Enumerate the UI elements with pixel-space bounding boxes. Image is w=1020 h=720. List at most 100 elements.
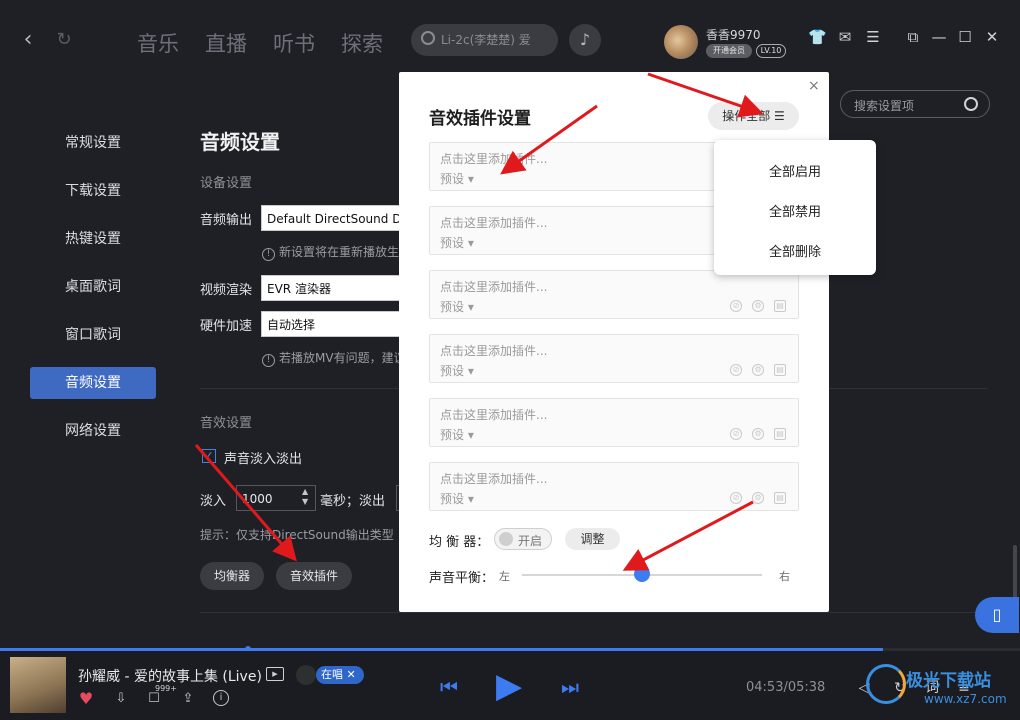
vip-badge[interactable]: 开通会员 (706, 44, 752, 58)
disable-icon[interactable]: ⊘ (730, 428, 742, 440)
preset-select[interactable]: 预设 ▾ (440, 362, 474, 379)
preset-select[interactable]: 预设 ▾ (440, 298, 474, 315)
mail-icon[interactable]: ✉ (836, 28, 854, 46)
trash-icon[interactable]: ▤ (774, 364, 786, 376)
watermark: 极光下载站 www.xz7.com (862, 660, 1020, 720)
sidebar-item-network[interactable]: 网络设置 (30, 415, 156, 447)
plugin-button[interactable]: 音效插件 (276, 562, 352, 590)
tab-live[interactable]: 直播 (205, 28, 247, 58)
balance-slider-thumb[interactable] (634, 566, 650, 582)
sidebar-item-desktop-lyrics[interactable]: 桌面歌词 (30, 271, 156, 303)
menu-icon[interactable]: ☰ (864, 28, 882, 46)
tip-text: 提示：仅支持DirectSound输出类型 (200, 528, 394, 542)
preset-label: 预设 (440, 236, 465, 250)
fade-in-label: 淡入 (200, 494, 227, 509)
sidebar-item-hotkeys[interactable]: 热键设置 (30, 223, 156, 255)
watermark-title: 极光下载站 (906, 671, 991, 691)
maximize-icon[interactable]: ☐ (956, 28, 974, 46)
settings-search-input[interactable]: 搜索设置项 (840, 90, 990, 118)
phone-icon[interactable]: ▯ (975, 597, 1019, 633)
skin-icon[interactable]: 👕 (808, 28, 827, 46)
hw-accel-select[interactable]: 自动选择 (261, 311, 401, 337)
balance-label: 声音平衡： (429, 571, 495, 586)
scrollbar[interactable] (1013, 545, 1017, 605)
tab-explore[interactable]: 探索 (341, 28, 383, 58)
gear-icon[interactable]: ⚙ (752, 300, 764, 312)
mic-icon[interactable]: ♪ (569, 24, 601, 56)
trash-icon[interactable]: ▤ (774, 300, 786, 312)
live-tag[interactable]: 在唱 ✕ (316, 666, 364, 684)
heart-icon[interactable]: ♥ (77, 690, 95, 708)
menu-item-enable-all[interactable]: 全部启用 (714, 161, 876, 180)
preset-select[interactable]: 预设 ▾ (440, 490, 474, 507)
preset-select[interactable]: 预设 ▾ (440, 234, 474, 251)
balance-left-label: 左 (499, 570, 510, 583)
video-render-select[interactable]: EVR 渲染器 (261, 275, 401, 301)
preset-label: 预设 (440, 428, 465, 442)
disable-icon[interactable]: ⊘ (730, 492, 742, 504)
gear-icon[interactable]: ⚙ (752, 492, 764, 504)
gear-icon[interactable]: ⚙ (752, 428, 764, 440)
stepper-arrows-icon[interactable]: ▲ ▼ (302, 487, 308, 507)
search-icon[interactable] (964, 97, 978, 111)
close-icon[interactable]: ✕ (983, 28, 1001, 46)
plugin-slot[interactable]: 点击这里添加插件... 预设 ▾ ⊘ ⚙ ▤ (429, 462, 799, 511)
watermark-logo (866, 664, 906, 704)
share-icon[interactable]: ⇪ (179, 690, 197, 708)
sidebar-item-window-lyrics[interactable]: 窗口歌词 (30, 319, 156, 351)
sidebar-item-audio[interactable]: 音频设置 (30, 367, 156, 399)
plugin-slot[interactable]: 点击这里添加插件... 预设 ▾ ⊘ ⚙ ▤ (429, 334, 799, 383)
mini-mode-icon[interactable]: ⧉ (904, 28, 922, 46)
balance-right-label: 右 (779, 570, 790, 583)
eq-toggle[interactable]: 开启 (494, 528, 552, 550)
info-icon: ! (262, 248, 275, 261)
menu-item-delete-all[interactable]: 全部删除 (714, 241, 876, 260)
close-icon[interactable]: × (808, 78, 820, 94)
settings-search-placeholder: 搜索设置项 (854, 99, 915, 113)
previous-icon[interactable]: ⏮ (440, 675, 458, 699)
next-icon[interactable]: ⏭ (561, 675, 579, 699)
live-tag-label: 在唱 (321, 668, 343, 681)
minimize-icon[interactable]: — (930, 28, 948, 46)
playback-time: 04:53/05:38 (746, 680, 826, 695)
refresh-icon[interactable]: ↻ (52, 26, 76, 54)
play-icon[interactable]: ▶ (496, 666, 522, 706)
singer-avatar[interactable] (296, 665, 316, 685)
album-cover[interactable] (10, 657, 66, 713)
info-icon[interactable]: i (213, 690, 229, 706)
trash-icon[interactable]: ▤ (774, 428, 786, 440)
avatar[interactable] (664, 25, 698, 59)
tab-music[interactable]: 音乐 (137, 28, 179, 58)
username[interactable]: 香香9970 (706, 26, 761, 43)
fade-label: 声音淡入淡出 (224, 452, 303, 467)
plugin-slot[interactable]: 点击这里添加插件... 预设 ▾ ⊘ ⚙ ▤ (429, 270, 799, 319)
plugin-slot-text: 点击这里添加插件... (440, 280, 548, 294)
audio-output-select[interactable]: Default DirectSound De (261, 205, 401, 231)
preset-select[interactable]: 预设 ▾ (440, 170, 474, 187)
menu-item-disable-all[interactable]: 全部禁用 (714, 201, 876, 220)
operate-all-label: 操作全部 (722, 109, 771, 123)
eq-toggle-label: 开启 (518, 534, 543, 548)
disable-icon[interactable]: ⊘ (730, 364, 742, 376)
eq-button[interactable]: 均衡器 (200, 562, 264, 590)
search-input[interactable]: Li-2c(李楚楚) 爱 (411, 24, 558, 56)
audio-output-hint: ! 新设置将在重新播放生 (262, 243, 399, 261)
hw-accel-label: 硬件加速 (200, 319, 253, 334)
preset-select[interactable]: 预设 ▾ (440, 426, 474, 443)
sidebar-item-general[interactable]: 常规设置 (30, 127, 156, 159)
disable-icon[interactable]: ⊘ (730, 300, 742, 312)
plugin-slot-text: 点击这里添加插件... (440, 408, 548, 422)
mv-icon[interactable]: ▶ (266, 667, 284, 681)
sidebar-item-download[interactable]: 下载设置 (30, 175, 156, 207)
search-placeholder: Li-2c(李楚楚) 爱 (441, 33, 531, 47)
back-icon[interactable]: ‹ (16, 26, 40, 54)
adjust-button[interactable]: 调整 (565, 528, 620, 550)
song-title[interactable]: 孙耀威 - 爱的故事上集 (Live) (78, 666, 262, 686)
operate-all-button[interactable]: 操作全部 ☰ (708, 102, 799, 130)
fade-checkbox[interactable]: ✓ (202, 449, 216, 463)
download-icon[interactable]: ⇩ (112, 690, 130, 708)
tab-audiobook[interactable]: 听书 (273, 28, 315, 58)
gear-icon[interactable]: ⚙ (752, 364, 764, 376)
plugin-slot[interactable]: 点击这里添加插件... 预设 ▾ ⊘ ⚙ ▤ (429, 398, 799, 447)
trash-icon[interactable]: ▤ (774, 492, 786, 504)
